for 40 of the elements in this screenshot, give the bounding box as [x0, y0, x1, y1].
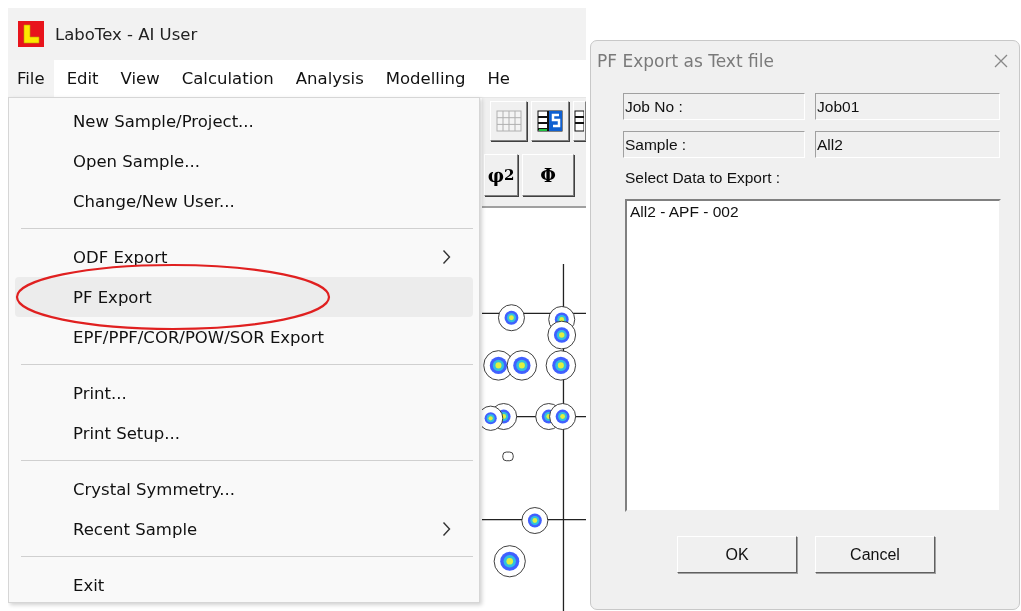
menu-item[interactable]: Change/New User... — [15, 181, 473, 221]
menu-item[interactable]: New Sample/Project... — [15, 101, 473, 141]
menu-item[interactable]: View — [111, 60, 169, 97]
close-icon — [994, 54, 1008, 68]
menu-item[interactable]: Analysis — [286, 60, 373, 97]
menu-item[interactable]: Recent Sample — [15, 509, 473, 549]
menu-item[interactable]: PF Export — [15, 277, 473, 317]
field-label: Sample : — [623, 131, 805, 158]
list-item[interactable]: All2 - APF - 002 — [630, 203, 996, 221]
menu-item[interactable]: Modelling — [376, 60, 475, 97]
menu-item[interactable]: Print Setup... — [15, 413, 473, 453]
grid-icon — [495, 110, 522, 132]
menu-item[interactable]: Crystal Symmetry... — [15, 469, 473, 509]
table-icon — [537, 110, 564, 132]
table-view-button[interactable] — [531, 101, 569, 141]
chevron-right-icon — [442, 249, 451, 265]
menu-item[interactable]: Calculation — [172, 60, 283, 97]
angle-button[interactable]: Φ — [522, 154, 574, 196]
menu-item[interactable]: Exit — [15, 565, 473, 605]
list-label: Select Data to Export : — [625, 169, 782, 187]
menu-item[interactable]: Print... — [15, 373, 473, 413]
toolbar-button[interactable] — [572, 101, 586, 141]
dialog-title: PF Export as Text file — [597, 51, 774, 71]
ok-button[interactable]: OK — [677, 536, 797, 573]
data-list[interactable]: All2 - APF - 002 — [625, 199, 1001, 512]
menu-item[interactable]: ODF Export — [15, 237, 473, 277]
chevron-right-icon — [442, 521, 451, 537]
menu-item[interactable]: Open Sample... — [15, 141, 473, 181]
readonly-field[interactable]: All2 — [815, 131, 1000, 158]
cancel-button[interactable]: Cancel — [815, 536, 935, 573]
menu-item[interactable]: EPF/PPF/COR/POW/SOR Export — [15, 317, 473, 357]
table-icon — [573, 110, 584, 132]
menu-item[interactable]: He — [478, 60, 519, 97]
readonly-field[interactable]: Job01 — [815, 93, 1000, 120]
window-title: LaboTex - AI User — [55, 24, 198, 44]
menu-item[interactable]: Edit — [57, 60, 108, 97]
field-label: Job No : — [623, 93, 805, 120]
menu-item[interactable]: File — [8, 60, 54, 97]
app-logo-icon — [18, 21, 44, 47]
grid-view-button[interactable] — [490, 101, 528, 141]
